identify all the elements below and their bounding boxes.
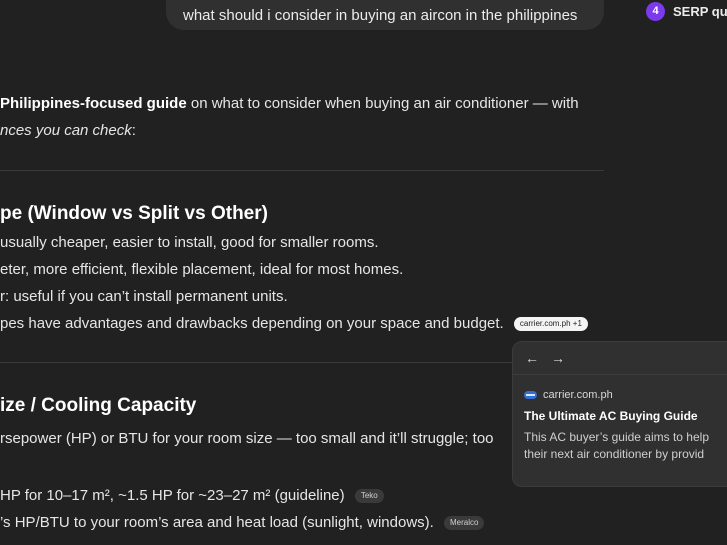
type-line-4-text: pes have advantages and drawbacks depend… [0, 315, 504, 332]
serp-count-badge: 4 [646, 1, 665, 21]
user-message-text: what should i consider in buying an airc… [183, 6, 578, 24]
popover-desc-line-1: This AC buyer’s guide aims to help [524, 430, 709, 444]
size-line-1: rsepower (HP) or BTU for your room size … [0, 430, 494, 447]
popover-title[interactable]: The Ultimate AC Buying Guide [524, 409, 727, 423]
type-line-3: r: useful if you can’t install permanent… [0, 288, 288, 305]
arrow-right-icon[interactable]: → [551, 350, 565, 366]
popover-desc-line-2: their next air conditioner by provid [524, 447, 705, 461]
popover-description: This AC buyer’s guide aims to help their… [524, 429, 727, 463]
divider [0, 170, 604, 171]
type-line-2: eter, more efficient, flexible placement… [0, 261, 404, 278]
serp-label: SERP que [673, 3, 727, 19]
site-favicon-icon [524, 391, 537, 399]
serp-tab[interactable]: 4 SERP que [646, 0, 727, 22]
type-line-1: usually cheaper, easier to install, good… [0, 234, 379, 251]
user-message-bubble: what should i consider in buying an airc… [166, 0, 604, 30]
section-heading-type: pe (Window vs Split vs Other) [0, 203, 268, 224]
popover-nav: ← → [513, 342, 727, 375]
citation-popover: ← → carrier.com.ph The Ultimate AC Buyin… [512, 341, 727, 487]
arrow-left-icon[interactable]: ← [525, 350, 539, 366]
citation-chip-meralco[interactable]: Meralco [444, 516, 485, 531]
popover-source-domain: carrier.com.ph [543, 389, 613, 401]
size-line-2: HP for 10–17 m², ~1.5 HP for ~23–27 m² (… [0, 487, 384, 504]
size-line-3: ’s HP/BTU to your room’s area and heat l… [0, 514, 485, 531]
intro-italic: nces you can check [0, 122, 132, 139]
popover-source[interactable]: carrier.com.ph [524, 389, 727, 401]
size-line-2-text: HP for 10–17 m², ~1.5 HP for ~23–27 m² (… [0, 487, 345, 504]
intro-line-1: Philippines-focused guide on what to con… [0, 95, 579, 112]
intro-rest: on what to consider when buying an air c… [186, 95, 579, 112]
citation-chip-teko[interactable]: Teko [354, 489, 384, 504]
citation-chip-carrier[interactable]: carrier.com.ph +1 [513, 317, 588, 332]
type-line-4: pes have advantages and drawbacks depend… [0, 315, 588, 332]
size-line-3-text: ’s HP/BTU to your room’s area and heat l… [0, 514, 434, 531]
intro-line-2: nces you can check: [0, 122, 136, 139]
intro-colon: : [131, 122, 136, 139]
section-heading-size: ize / Cooling Capacity [0, 395, 197, 416]
intro-bold: Philippines-focused guide [0, 95, 187, 112]
